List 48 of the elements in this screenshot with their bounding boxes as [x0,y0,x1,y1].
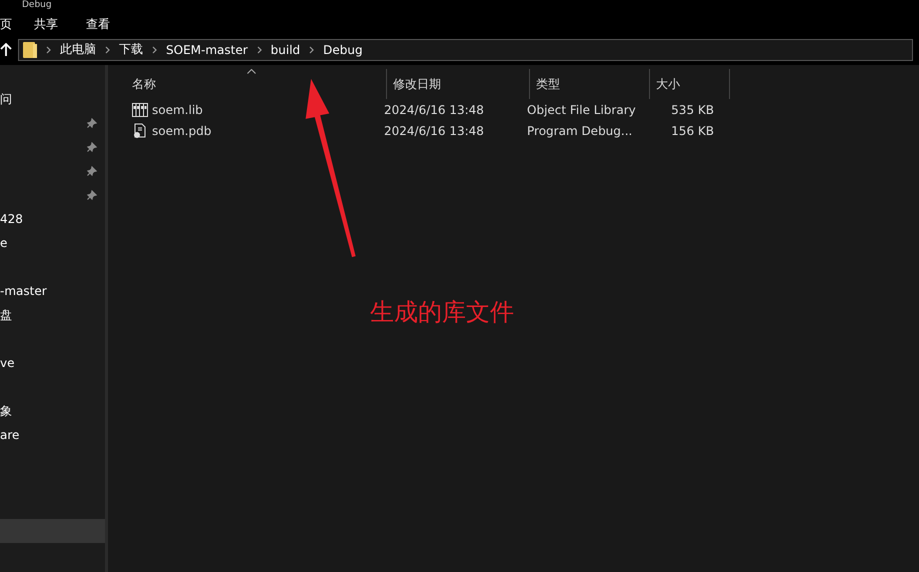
breadcrumb[interactable]: 此电脑 [60,41,96,58]
annotation-text: 生成的库文件 [370,297,514,328]
table-cell-text: 156 KB [670,124,714,138]
table-cell-text: 2024/6/16 13:48 [383,124,485,138]
nav-label: ve [0,356,14,370]
table-cell-text: Object File Library [526,102,637,116]
nav-label: -master [0,284,47,298]
breadcrumb[interactable]: SOEM-master [166,42,248,56]
nav-label: 象 [0,402,12,420]
nav-item[interactable]: are [0,423,105,447]
nav-item[interactable]: 428 [0,207,105,231]
table-cell-text: Program Debug... [526,124,634,138]
address-bar[interactable]: 此电脑 下载 SOEM-master build Debug [18,38,913,60]
table-cell-text: 535 KB [670,102,714,116]
breadcrumb[interactable]: 下载 [119,41,143,58]
menu-tab[interactable]: 查看 [86,16,110,32]
nav-item[interactable]: e [0,231,105,255]
nav-item[interactable]: 盘 [0,303,105,327]
chevron-icon [46,46,51,54]
nav-label: e [0,236,8,250]
nav-item[interactable] [0,519,105,543]
library-file-icon [132,102,148,118]
file-name[interactable]: soem.pdb [152,124,212,138]
menu-tab[interactable]: 页 [0,16,12,32]
nav-item[interactable]: 问 [0,87,105,111]
nav-label: 盘 [0,306,12,324]
nav-label: 428 [0,212,23,226]
file-name[interactable]: soem.lib [152,102,203,116]
chevron-icon [105,46,110,54]
menu-tab[interactable]: 共享 [34,16,58,32]
nav-item[interactable]: 象 [0,399,105,423]
chevron-icon [309,46,314,54]
column-header[interactable]: 修改日期 [387,69,530,99]
column-header[interactable]: 大小 [650,69,730,99]
column-header[interactable]: 类型 [530,69,650,99]
nav-label: 问 [0,90,12,108]
table-cell-text: 2024/6/16 13:48 [383,102,485,116]
chevron-icon [152,46,157,54]
up-arrow-icon[interactable] [0,42,12,56]
breadcrumb[interactable]: build [270,42,300,56]
sort-caret-icon [247,69,256,74]
chevron-icon [256,46,262,54]
breadcrumb[interactable]: Debug [323,42,363,56]
nav-item[interactable]: -master [0,279,105,303]
window-title: Debug [22,1,52,10]
nav-item[interactable]: ve [0,351,105,375]
folder-icon [23,40,37,58]
nav-label: are [0,428,20,442]
